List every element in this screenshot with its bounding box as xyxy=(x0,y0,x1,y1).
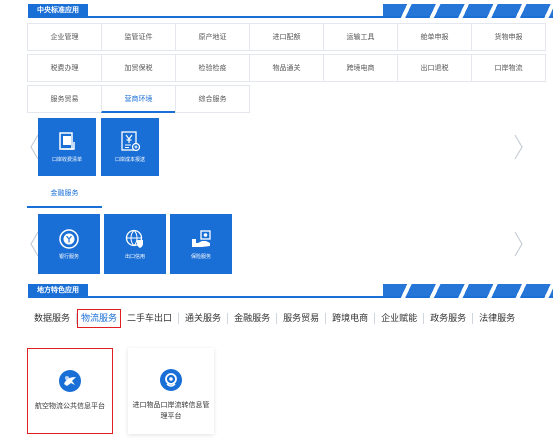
category-item[interactable]: 物品通关 xyxy=(249,54,324,82)
central-section-header: 中央标准应用 xyxy=(28,4,553,18)
tab-customs-service[interactable]: 通关服务 xyxy=(179,312,229,324)
header-stripes xyxy=(383,4,553,18)
location-pin-icon xyxy=(160,369,182,391)
tab-finance-service[interactable]: 金融服务 xyxy=(228,312,278,324)
tab-enterprise-empowerment[interactable]: 企业赋能 xyxy=(375,312,425,324)
service-tiles-b: 银行服务 出口信用 保险服务 xyxy=(38,214,237,274)
local-section-title: 地方特色应用 xyxy=(28,284,88,298)
category-item[interactable]: 原产地证 xyxy=(175,23,250,51)
tab-legal-service[interactable]: 法律服务 xyxy=(473,313,521,324)
tab-logistics-service[interactable]: 物流服务 xyxy=(77,308,122,328)
header-stripes xyxy=(383,284,553,298)
category-row-3: 服务贸易 营商环境 综合服务 xyxy=(27,85,250,113)
tab-used-car-export[interactable]: 二手车出口 xyxy=(121,312,180,324)
sub-tab-finance[interactable]: 金融服务 xyxy=(27,180,102,208)
category-item[interactable]: 加贸保税 xyxy=(101,54,176,82)
category-item[interactable]: 舱单申报 xyxy=(397,23,472,51)
carousel-next-icon[interactable] xyxy=(513,133,525,161)
category-row-2: 税费办理 加贸保税 检验检疫 物品通关 跨境电商 出口退税 口岸物流 xyxy=(27,54,546,82)
category-item[interactable]: 检验检疫 xyxy=(175,54,250,82)
document-list-icon xyxy=(59,132,75,150)
globe-shield-icon xyxy=(125,229,143,248)
category-item[interactable]: 服务贸易 xyxy=(27,85,102,113)
local-tab-bar: 数据服务 物流服务 二手车出口 通关服务 金融服务 服务贸易 跨境电商 企业赋能… xyxy=(28,308,521,328)
yuan-report-icon xyxy=(121,131,141,152)
category-item-active[interactable]: 营商环境 xyxy=(101,85,176,113)
tab-service-trade[interactable]: 服务贸易 xyxy=(277,312,327,324)
card-label: 进口物品口岸流转信息管理平台 xyxy=(132,402,210,420)
globe-plane-icon xyxy=(59,370,81,392)
service-tiles-a: 口岸收费清单 口岸成本报送 xyxy=(38,118,164,176)
tile-label: 保险服务 xyxy=(190,254,211,260)
category-item[interactable]: 运输工具 xyxy=(323,23,398,51)
tab-government-service[interactable]: 政务服务 xyxy=(424,312,474,324)
category-item[interactable]: 税费办理 xyxy=(27,54,102,82)
card-import-goods-platform[interactable]: 进口物品口岸流转信息管理平台 xyxy=(128,348,214,434)
card-label: 航空物流公共信息平台 xyxy=(35,403,105,410)
sub-tab-row: 金融服务 xyxy=(27,180,102,208)
tab-cross-border-ecommerce[interactable]: 跨境电商 xyxy=(326,312,376,324)
tile-label: 口岸成本报送 xyxy=(114,157,145,163)
tile-label: 银行服务 xyxy=(58,254,79,260)
category-item[interactable]: 进口配额 xyxy=(249,23,324,51)
tile-label: 出口信用 xyxy=(124,254,145,260)
tile-bank-service[interactable]: 银行服务 xyxy=(38,214,100,274)
tile-label: 口岸收费清单 xyxy=(51,157,82,163)
category-item[interactable]: 货物申报 xyxy=(471,23,546,51)
tile-port-fee-list[interactable]: 口岸收费清单 xyxy=(38,118,96,176)
category-item[interactable]: 跨境电商 xyxy=(323,54,398,82)
tile-export-credit[interactable]: 出口信用 xyxy=(104,214,166,274)
bank-icon xyxy=(59,229,79,249)
category-item[interactable]: 企业管理 xyxy=(27,23,102,51)
category-row-1: 企业管理 监管证件 原产地证 进口配额 运输工具 舱单申报 货物申报 xyxy=(27,23,546,51)
category-item[interactable]: 出口退税 xyxy=(397,54,472,82)
tile-insurance-service[interactable]: 保险服务 xyxy=(170,214,232,274)
category-item[interactable]: 监管证件 xyxy=(101,23,176,51)
carousel-next-icon[interactable] xyxy=(513,230,525,258)
tile-port-cost-report[interactable]: 口岸成本报送 xyxy=(101,118,159,176)
local-section-header: 地方特色应用 xyxy=(28,284,553,298)
category-item[interactable]: 综合服务 xyxy=(175,85,250,113)
category-item[interactable]: 口岸物流 xyxy=(471,54,546,82)
tab-data-service[interactable]: 数据服务 xyxy=(28,312,78,324)
card-air-logistics-platform[interactable]: 航空物流公共信息平台 xyxy=(27,348,113,434)
insurance-icon xyxy=(192,230,211,247)
central-section-title: 中央标准应用 xyxy=(28,4,88,18)
